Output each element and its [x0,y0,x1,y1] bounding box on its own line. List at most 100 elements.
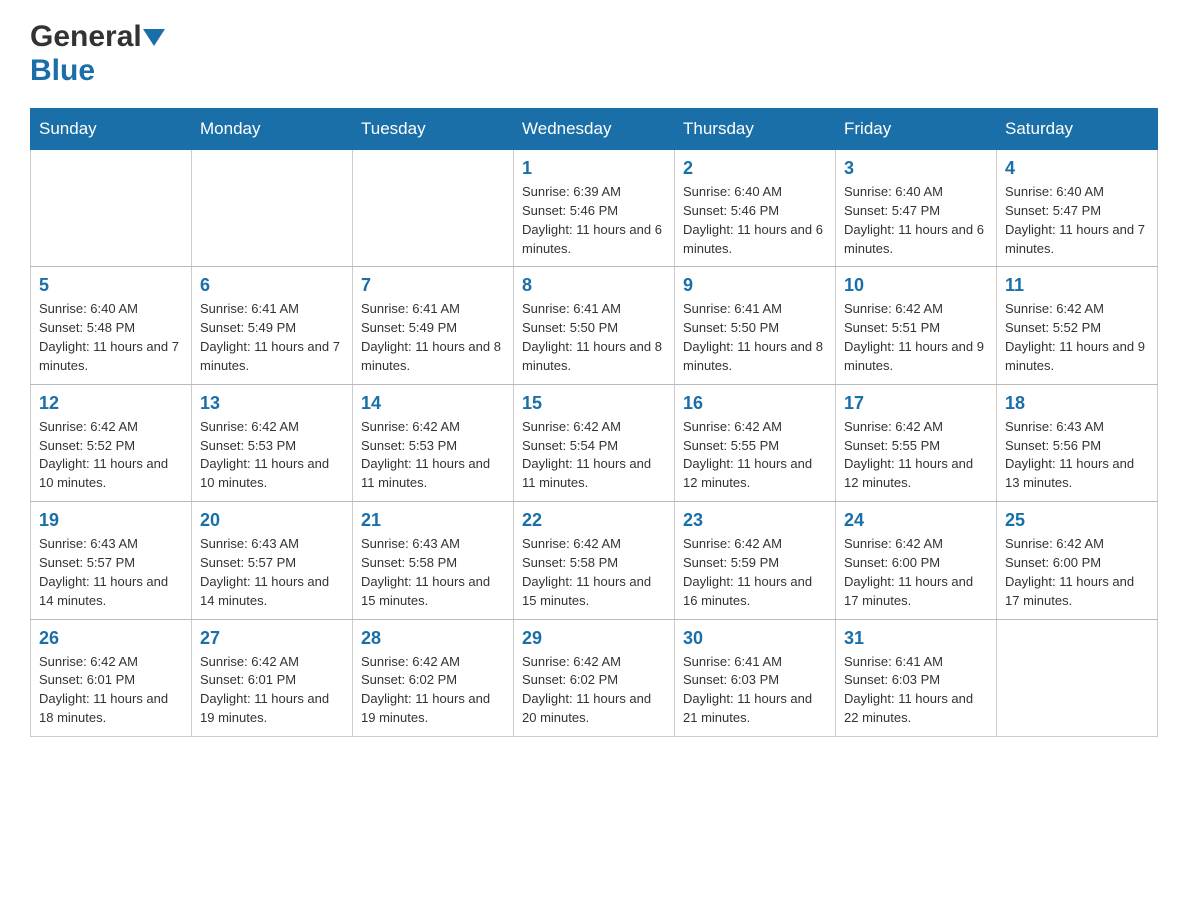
day-number: 24 [844,510,988,531]
logo-triangle-icon [143,29,165,46]
calendar-cell: 27 Sunrise: 6:42 AM Sunset: 6:01 PM Dayli… [192,619,353,736]
day-info: Sunrise: 6:39 AM Sunset: 5:46 PM Dayligh… [522,183,666,258]
day-info: Sunrise: 6:43 AM Sunset: 5:58 PM Dayligh… [361,535,505,610]
day-of-week-header: Friday [836,109,997,150]
calendar-cell [31,150,192,267]
calendar-cell: 16Sunrise: 6:42 AM Sunset: 5:55 PM Dayli… [675,384,836,501]
day-number: 8 [522,275,666,296]
calendar-cell [192,150,353,267]
day-of-week-header: Tuesday [353,109,514,150]
calendar-cell: 12 Sunrise: 6:42 AM Sunset: 5:52 PM Dayli… [31,384,192,501]
day-info: Sunrise: 6:42 AM Sunset: 6:00 PM Dayligh… [1005,535,1149,610]
day-number: 19 [39,510,183,531]
calendar-cell: 4Sunrise: 6:40 AM Sunset: 5:47 PM Daylig… [997,150,1158,267]
calendar-cell: 7 Sunrise: 6:41 AM Sunset: 5:49 PM Daylig… [353,267,514,384]
calendar-cell: 25 Sunrise: 6:42 AM Sunset: 6:00 PM Dayli… [997,502,1158,619]
calendar-cell: 29 Sunrise: 6:42 AM Sunset: 6:02 PM Dayli… [514,619,675,736]
day-number: 18 [1005,393,1149,414]
calendar-table: SundayMondayTuesdayWednesdayThursdayFrid… [30,108,1158,737]
day-number: 22 [522,510,666,531]
day-info: Sunrise: 6:42 AM Sunset: 5:51 PM Dayligh… [844,300,988,375]
day-info: Sunrise: 6:40 AM Sunset: 5:46 PM Dayligh… [683,183,827,258]
calendar-week-row: 19 Sunrise: 6:43 AM Sunset: 5:57 PM Dayli… [31,502,1158,619]
calendar-cell: 18Sunrise: 6:43 AM Sunset: 5:56 PM Dayli… [997,384,1158,501]
day-info: Sunrise: 6:42 AM Sunset: 5:52 PM Dayligh… [1005,300,1149,375]
calendar-week-row: 5Sunrise: 6:40 AM Sunset: 5:48 PM Daylig… [31,267,1158,384]
calendar-body: 1Sunrise: 6:39 AM Sunset: 5:46 PM Daylig… [31,150,1158,737]
day-info: Sunrise: 6:42 AM Sunset: 5:53 PM Dayligh… [361,418,505,493]
calendar-cell: 31 Sunrise: 6:41 AM Sunset: 6:03 PM Dayli… [836,619,997,736]
logo-blue-text: Blue [30,54,95,87]
day-number: 13 [200,393,344,414]
calendar-cell [997,619,1158,736]
day-info: Sunrise: 6:41 AM Sunset: 6:03 PM Dayligh… [844,653,988,728]
calendar-cell: 11 Sunrise: 6:42 AM Sunset: 5:52 PM Dayli… [997,267,1158,384]
calendar-cell: 28 Sunrise: 6:42 AM Sunset: 6:02 PM Dayli… [353,619,514,736]
day-info: Sunrise: 6:42 AM Sunset: 6:01 PM Dayligh… [39,653,183,728]
calendar-cell: 13 Sunrise: 6:42 AM Sunset: 5:53 PM Dayli… [192,384,353,501]
day-number: 29 [522,628,666,649]
day-info: Sunrise: 6:42 AM Sunset: 6:02 PM Dayligh… [522,653,666,728]
calendar-cell: 2Sunrise: 6:40 AM Sunset: 5:46 PM Daylig… [675,150,836,267]
calendar-cell: 19 Sunrise: 6:43 AM Sunset: 5:57 PM Dayli… [31,502,192,619]
day-number: 14 [361,393,505,414]
day-of-week-header: Sunday [31,109,192,150]
calendar-cell: 24 Sunrise: 6:42 AM Sunset: 6:00 PM Dayli… [836,502,997,619]
calendar-cell: 8 Sunrise: 6:41 AM Sunset: 5:50 PM Daylig… [514,267,675,384]
calendar-cell: 21 Sunrise: 6:43 AM Sunset: 5:58 PM Dayli… [353,502,514,619]
day-of-week-header: Saturday [997,109,1158,150]
calendar-cell: 20Sunrise: 6:43 AM Sunset: 5:57 PM Dayli… [192,502,353,619]
day-info: Sunrise: 6:42 AM Sunset: 6:02 PM Dayligh… [361,653,505,728]
day-info: Sunrise: 6:42 AM Sunset: 6:00 PM Dayligh… [844,535,988,610]
day-info: Sunrise: 6:42 AM Sunset: 5:53 PM Dayligh… [200,418,344,493]
calendar-cell [353,150,514,267]
day-of-week-header: Wednesday [514,109,675,150]
day-info: Sunrise: 6:41 AM Sunset: 5:49 PM Dayligh… [200,300,344,375]
day-info: Sunrise: 6:42 AM Sunset: 5:55 PM Dayligh… [844,418,988,493]
day-info: Sunrise: 6:42 AM Sunset: 5:58 PM Dayligh… [522,535,666,610]
calendar-week-row: 26 Sunrise: 6:42 AM Sunset: 6:01 PM Dayli… [31,619,1158,736]
logo: General Blue [30,20,166,88]
day-info: Sunrise: 6:42 AM Sunset: 6:01 PM Dayligh… [200,653,344,728]
day-number: 15 [522,393,666,414]
day-info: Sunrise: 6:41 AM Sunset: 5:50 PM Dayligh… [683,300,827,375]
day-number: 12 [39,393,183,414]
day-info: Sunrise: 6:40 AM Sunset: 5:47 PM Dayligh… [1005,183,1149,258]
day-number: 10 [844,275,988,296]
day-number: 27 [200,628,344,649]
day-info: Sunrise: 6:43 AM Sunset: 5:57 PM Dayligh… [200,535,344,610]
calendar-cell: 22 Sunrise: 6:42 AM Sunset: 5:58 PM Dayli… [514,502,675,619]
calendar-header: SundayMondayTuesdayWednesdayThursdayFrid… [31,109,1158,150]
day-info: Sunrise: 6:41 AM Sunset: 6:03 PM Dayligh… [683,653,827,728]
day-number: 9 [683,275,827,296]
day-number: 21 [361,510,505,531]
day-of-week-header: Thursday [675,109,836,150]
day-number: 31 [844,628,988,649]
day-info: Sunrise: 6:41 AM Sunset: 5:49 PM Dayligh… [361,300,505,375]
logo-text: General [30,20,142,54]
day-of-week-header: Monday [192,109,353,150]
day-number: 7 [361,275,505,296]
day-number: 5 [39,275,183,296]
calendar-cell: 26 Sunrise: 6:42 AM Sunset: 6:01 PM Dayli… [31,619,192,736]
calendar-cell: 14 Sunrise: 6:42 AM Sunset: 5:53 PM Dayli… [353,384,514,501]
calendar-cell: 15Sunrise: 6:42 AM Sunset: 5:54 PM Dayli… [514,384,675,501]
calendar-week-row: 12 Sunrise: 6:42 AM Sunset: 5:52 PM Dayli… [31,384,1158,501]
calendar-cell: 10 Sunrise: 6:42 AM Sunset: 5:51 PM Dayli… [836,267,997,384]
calendar-cell: 3Sunrise: 6:40 AM Sunset: 5:47 PM Daylig… [836,150,997,267]
calendar-cell: 5Sunrise: 6:40 AM Sunset: 5:48 PM Daylig… [31,267,192,384]
calendar-cell: 1Sunrise: 6:39 AM Sunset: 5:46 PM Daylig… [514,150,675,267]
day-info: Sunrise: 6:41 AM Sunset: 5:50 PM Dayligh… [522,300,666,375]
day-info: Sunrise: 6:43 AM Sunset: 5:57 PM Dayligh… [39,535,183,610]
calendar-cell: 6 Sunrise: 6:41 AM Sunset: 5:49 PM Daylig… [192,267,353,384]
day-number: 11 [1005,275,1149,296]
day-number: 16 [683,393,827,414]
day-number: 25 [1005,510,1149,531]
day-number: 17 [844,393,988,414]
page-header: General Blue [30,20,1158,88]
day-number: 6 [200,275,344,296]
day-number: 26 [39,628,183,649]
day-info: Sunrise: 6:42 AM Sunset: 5:52 PM Dayligh… [39,418,183,493]
calendar-cell: 17 Sunrise: 6:42 AM Sunset: 5:55 PM Dayli… [836,384,997,501]
day-number: 28 [361,628,505,649]
